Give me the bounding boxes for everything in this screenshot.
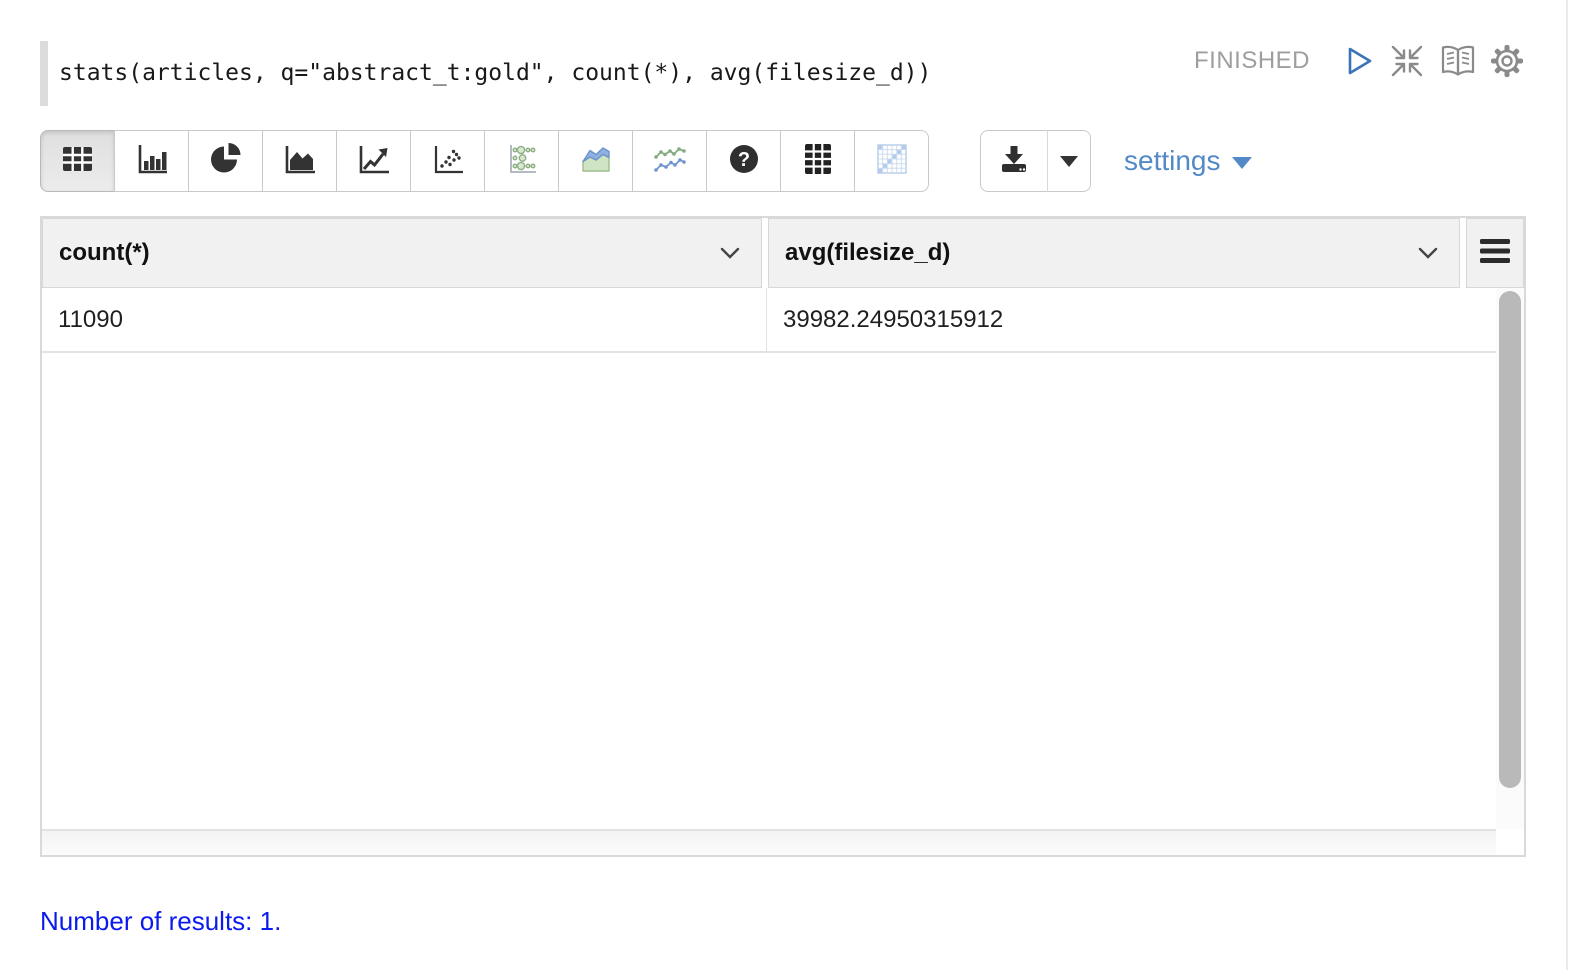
settings-caret-icon [1232, 157, 1252, 169]
vertical-scrollbar-thumb[interactable] [1499, 291, 1521, 788]
column-header-count[interactable]: count(*) [42, 218, 762, 288]
table-row[interactable]: 11090 39982.24950315912 [42, 288, 1496, 353]
viz-button-scatter-chart[interactable] [410, 130, 485, 192]
paragraph-status-bar: FINISHED [1194, 42, 1524, 80]
chevron-down-icon[interactable] [719, 239, 741, 267]
vertical-scrollbar[interactable] [1496, 288, 1524, 829]
viz-button-group: ? [40, 130, 929, 192]
viz-button-heatmap[interactable] [854, 130, 929, 192]
svg-text:?: ? [737, 149, 749, 171]
viz-button-help[interactable]: ? [706, 130, 781, 192]
area-chart-icon [283, 143, 317, 180]
line-chart-icon [357, 143, 391, 180]
viz-button-pivot-table[interactable] [780, 130, 855, 192]
viz-button-table[interactable] [40, 130, 115, 192]
column-header-avg[interactable]: avg(filesize_d) [768, 218, 1460, 288]
caret-down-icon [1060, 156, 1078, 167]
scatter-chart-icon [431, 143, 465, 180]
column-header-label: avg(filesize_d) [785, 239, 950, 267]
table-body: 11090 39982.24950315912 [42, 288, 1496, 829]
code-editor[interactable]: stats(articles, q="abstract_t:gold", cou… [40, 41, 931, 106]
settings-label: settings [1124, 145, 1221, 177]
viz-toolbar: ? [40, 130, 929, 192]
table-header-row: count(*) avg(filesize_d) [42, 218, 1524, 288]
viz-button-bar-chart[interactable] [114, 130, 189, 192]
heatmap-icon [875, 142, 909, 181]
scrollbar-corner [1496, 829, 1524, 855]
gear-icon[interactable] [1490, 44, 1524, 78]
editor-gutter [40, 41, 48, 106]
settings-toggle[interactable]: settings [1124, 130, 1252, 192]
viz-button-area-chart[interactable] [262, 130, 337, 192]
multi-line-chart-icon [651, 142, 689, 181]
download-split-button [980, 130, 1091, 192]
collapse-icon[interactable] [1388, 43, 1426, 79]
chevron-down-icon[interactable] [1417, 239, 1439, 267]
download-icon [997, 143, 1031, 180]
grid-icon [801, 142, 835, 181]
query-text[interactable]: stats(articles, q="abstract_t:gold", cou… [48, 41, 931, 106]
bar-chart-icon [135, 143, 169, 180]
run-icon[interactable] [1343, 44, 1375, 78]
book-icon[interactable] [1439, 44, 1477, 78]
viz-button-line-chart[interactable] [336, 130, 411, 192]
download-options-button[interactable] [1047, 130, 1091, 192]
stacked-area-chart-icon [578, 142, 614, 181]
viz-button-stacked-area-chart[interactable] [558, 130, 633, 192]
table-icon [60, 143, 95, 180]
horizontal-scrollbar[interactable] [42, 829, 1496, 855]
viz-button-pie-chart[interactable] [188, 130, 263, 192]
pie-chart-icon [209, 142, 243, 181]
cell-count: 11090 [42, 288, 767, 351]
columns-menu-button[interactable] [1466, 218, 1524, 288]
cell-avg: 39982.24950315912 [767, 288, 1496, 351]
page-right-edge [1566, 0, 1568, 970]
bubble-chart-icon [504, 142, 540, 181]
question-icon: ? [727, 142, 761, 181]
download-button[interactable] [980, 130, 1048, 192]
results-count-note: Number of results: 1. [40, 906, 281, 937]
result-table: count(*) avg(filesize_d) [40, 216, 1526, 857]
hamburger-icon [1480, 238, 1510, 269]
viz-button-bubble-chart[interactable] [484, 130, 559, 192]
status-label: FINISHED [1194, 47, 1310, 75]
viz-button-multi-line-chart[interactable] [632, 130, 707, 192]
column-header-label: count(*) [59, 239, 150, 267]
